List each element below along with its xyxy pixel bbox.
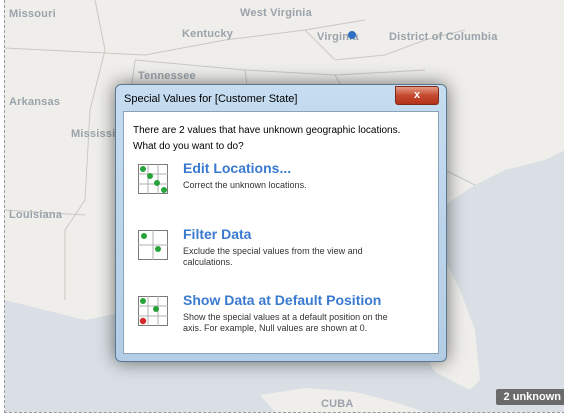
filter-data-link[interactable]: Filter Data — [183, 226, 251, 242]
map-label-mississippi: Mississi — [71, 128, 116, 140]
map-label-louisiana: Louisiana — [9, 209, 63, 221]
map-label-tennessee: Tennessee — [138, 70, 196, 82]
dialog-content: There are 2 values that have unknown geo… — [123, 111, 439, 354]
map-label-missouri: Missouri — [9, 8, 56, 20]
edit-locations-icon — [138, 164, 168, 194]
edit-locations-link[interactable]: Edit Locations... — [183, 160, 291, 176]
dialog-intro: There are 2 values that have unknown geo… — [133, 123, 400, 155]
close-button[interactable]: x — [395, 86, 439, 105]
intro-line-2: What do you want to do? — [133, 141, 244, 152]
filter-data-icon — [138, 230, 168, 260]
intro-line-1: There are 2 values that have unknown geo… — [133, 125, 401, 136]
close-icon: x — [413, 89, 421, 101]
show-default-position-description: Show the special values at a default pos… — [183, 312, 388, 333]
map-label-west-virginia: West Virginia — [240, 7, 312, 19]
show-default-position-option[interactable]: Show Data at Default Position Show the s… — [138, 292, 438, 348]
map-data-point[interactable] — [348, 31, 356, 39]
edit-locations-option[interactable]: Edit Locations... Correct the unknown lo… — [138, 160, 438, 210]
map-label-kentucky: Kentucky — [182, 28, 234, 40]
dialog-titlebar[interactable]: Special Values for [Customer State] x — [116, 85, 446, 111]
dialog-title: Special Values for [Customer State] — [124, 93, 298, 105]
map-label-cuba: CUBA — [321, 398, 354, 410]
map-label-district-of-columbia: District of Columbia — [389, 31, 498, 43]
unknown-values-indicator[interactable]: 2 unknown — [495, 389, 564, 405]
default-position-icon — [138, 296, 168, 326]
edit-locations-description: Correct the unknown locations. — [183, 180, 307, 190]
special-values-dialog: Special Values for [Customer State] x Th… — [115, 84, 447, 362]
map-label-arkansas: Arkansas — [9, 96, 61, 108]
show-default-position-link[interactable]: Show Data at Default Position — [183, 292, 381, 308]
filter-data-description: Exclude the special values from the view… — [183, 246, 363, 267]
filter-data-option[interactable]: Filter Data Exclude the special values f… — [138, 226, 438, 276]
